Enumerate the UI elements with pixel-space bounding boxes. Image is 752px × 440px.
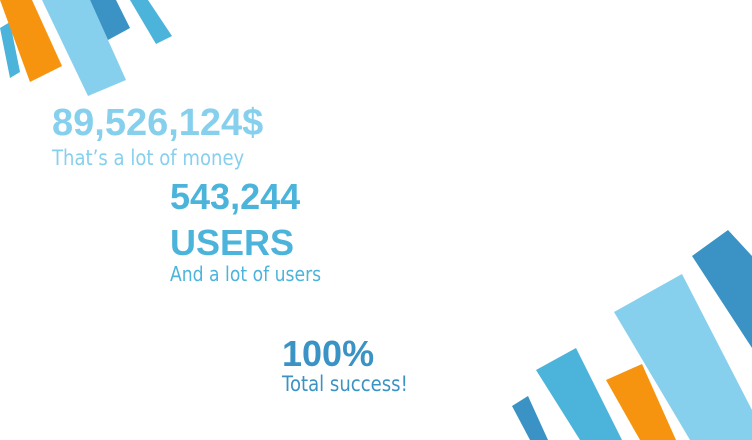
decor-bar xyxy=(536,348,622,440)
stat-users-caption: And a lot of users xyxy=(170,262,322,287)
decor-bar xyxy=(130,0,172,44)
stat-users-value: 543,244 xyxy=(170,176,301,217)
stat-money-caption: That’s a lot of money xyxy=(52,146,245,170)
stat-money-value: 89,526,124$ xyxy=(52,102,264,144)
stat-money: 89,526,124$ That’s a lot of money xyxy=(52,104,276,169)
stat-success-value: 100% xyxy=(282,333,375,374)
stat-users-unit: USERS xyxy=(170,222,295,264)
stat-success-caption: Total success! xyxy=(282,372,408,396)
decor-bar xyxy=(512,396,548,440)
stat-users: 543,244 USERS And a lot of users xyxy=(170,174,346,284)
stat-success: 100% Total success! xyxy=(282,336,428,395)
